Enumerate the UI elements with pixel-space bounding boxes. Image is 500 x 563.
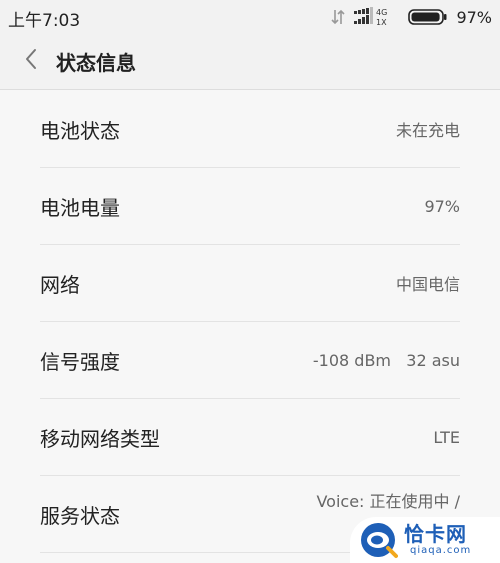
list-item-network: 网络 中国电信 [40, 245, 460, 322]
row-label: 移动网络类型 [40, 426, 160, 451]
battery-icon [408, 8, 448, 26]
watermark: 恰卡网 qiaqa.com [350, 517, 500, 563]
row-value: LTE [433, 427, 460, 447]
status-time: 上午7:03 [8, 11, 81, 31]
status-icons: 4G 1X 97% [330, 7, 492, 27]
watermark-text-cn: 恰卡网 [404, 522, 467, 546]
row-value: 97% [424, 196, 460, 216]
row-label: 信号强度 [40, 349, 120, 374]
signal-icon: 4G 1X [354, 7, 400, 27]
row-label: 网络 [40, 272, 80, 297]
row-label: 电池状态 [40, 118, 120, 143]
row-value: -108 dBm 32 asu [312, 350, 460, 370]
network-label-1x: 1X [376, 18, 387, 27]
status-bar: 上午7:03 4G 1X 97% [0, 0, 500, 34]
row-value: 中国电信 [395, 275, 460, 294]
list-item-battery-status: 电池状态 未在充电 [40, 91, 460, 168]
row-value: 未在充电 [395, 121, 460, 140]
network-label-4g: 4G [376, 8, 387, 17]
watermark-text: 恰卡网 qiaqa.com [404, 523, 471, 557]
watermark-logo-icon [358, 520, 398, 560]
page-header: 状态信息 [0, 34, 500, 90]
back-button[interactable] [16, 46, 46, 76]
data-transfer-icon [330, 8, 346, 26]
row-label: 服务状态 [40, 503, 120, 528]
page-title: 状态信息 [56, 51, 136, 75]
status-info-list: 电池状态 未在充电 电池电量 97% 网络 中国电信 信号强度 -108 dBm… [0, 91, 500, 563]
chevron-left-icon [24, 48, 38, 74]
list-item-signal-strength: 信号强度 -108 dBm 32 asu [40, 322, 460, 399]
row-value-line1: Voice: 正在使用中 / [316, 492, 460, 511]
row-label: 电池电量 [40, 195, 120, 220]
list-item-battery-level: 电池电量 97% [40, 168, 460, 245]
watermark-text-en: qiaqa.com [410, 545, 472, 556]
battery-percent: 97% [456, 7, 492, 27]
list-item-mobile-network-type: 移动网络类型 LTE [40, 399, 460, 476]
